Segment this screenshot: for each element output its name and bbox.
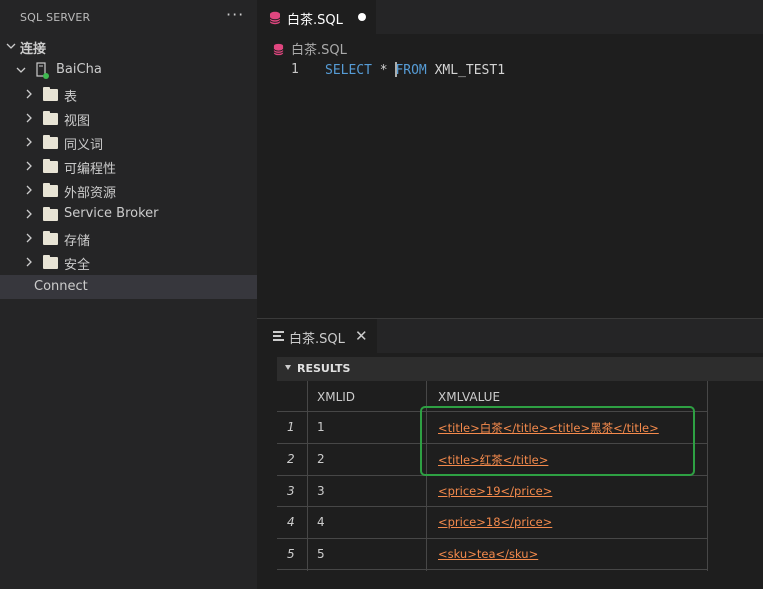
chevron-right-icon[interactable] — [22, 87, 36, 101]
table-row[interactable]: 3 3 <price>19</price> — [277, 476, 708, 508]
row-number: 5 — [287, 546, 295, 561]
sidebar-header: SQL SERVER ··· — [0, 0, 257, 34]
line-number: 1 — [291, 62, 299, 77]
server-name: BaiCha — [56, 62, 102, 77]
sidebar-title: SQL SERVER — [20, 11, 91, 24]
folder-label: 安全 — [64, 258, 91, 273]
editor-tab-baicha-sql[interactable]: 白茶.SQL — [257, 0, 376, 34]
editor-tab-bar: 白茶.SQL — [257, 0, 763, 34]
results-tab-label: 白茶.SQL — [289, 332, 345, 347]
results-header-label: RESULTS — [297, 362, 351, 375]
server-connected-icon — [36, 62, 49, 79]
column-header-xmlid[interactable]: XMLID — [317, 390, 355, 404]
folder-views[interactable]: 视图 — [0, 107, 257, 131]
grid-header: XMLID XMLVALUE — [277, 381, 708, 412]
connections-section[interactable]: 连接 — [0, 35, 257, 59]
chevron-right-icon[interactable] — [22, 183, 36, 197]
folder-tables[interactable]: 表 — [0, 83, 257, 107]
table-row[interactable]: 1 1 <title>白茶</title><title>黑茶</title> — [277, 412, 708, 444]
code-editor[interactable]: 1 SELECT * FROM XML_TEST1 — [257, 58, 763, 80]
sql-table-name: XML_TEST1 — [426, 63, 506, 78]
cell-xmlid[interactable]: 2 — [317, 452, 325, 466]
cell-xmlvalue-link[interactable]: <title>红茶</title> — [438, 452, 548, 468]
chevron-down-icon[interactable] — [14, 63, 28, 77]
folder-security[interactable]: 安全 — [0, 251, 257, 275]
connect-item[interactable]: Connect — [0, 275, 257, 299]
folder-icon — [43, 135, 58, 149]
chevron-right-icon[interactable] — [22, 159, 36, 173]
cell-xmlid[interactable]: 1 — [317, 420, 325, 434]
connect-label: Connect — [34, 279, 88, 294]
unsaved-dot-icon[interactable] — [358, 13, 366, 21]
chevron-right-icon[interactable] — [22, 207, 36, 221]
folder-label: 视图 — [64, 114, 91, 129]
folder-label: 表 — [64, 90, 78, 105]
folder-storage[interactable]: 存储 — [0, 227, 257, 251]
cell-xmlid[interactable]: 3 — [317, 484, 325, 498]
tab-label: 白茶.SQL — [287, 13, 343, 28]
breadcrumb: 白茶.SQL — [257, 37, 763, 58]
chevron-right-icon[interactable] — [22, 255, 36, 269]
results-section-header[interactable]: RESULTS — [277, 357, 763, 381]
cell-xmlvalue-link[interactable]: <sku>tea</sku> — [438, 547, 538, 561]
folder-label: Service Broker — [64, 206, 159, 221]
row-number: 1 — [287, 420, 295, 434]
results-tab[interactable]: 白茶.SQL ✕ — [257, 319, 377, 353]
database-icon — [269, 10, 281, 29]
chevron-right-icon[interactable] — [22, 231, 36, 245]
sql-keyword-from: FROM — [395, 63, 427, 78]
folder-label: 存储 — [64, 234, 91, 249]
folder-icon — [43, 207, 58, 221]
folder-icon — [43, 231, 58, 245]
connections-label: 连接 — [20, 42, 47, 57]
cell-xmlid[interactable]: 5 — [317, 547, 325, 561]
cell-xmlvalue-link[interactable]: <price>19</price> — [438, 484, 552, 498]
results-tab-bar: 白茶.SQL ✕ — [257, 319, 763, 353]
sql-keyword-select: SELECT — [325, 63, 372, 78]
row-number: 3 — [287, 483, 295, 498]
code-line[interactable]: SELECT * FROM XML_TEST1 — [325, 62, 505, 78]
cell-xmlvalue-link[interactable]: <price>18</price> — [438, 515, 552, 529]
server-item-baicha[interactable]: BaiCha — [0, 59, 257, 83]
table-row[interactable]: 2 2 <title>红茶</title> — [277, 444, 708, 476]
folder-icon — [43, 87, 58, 101]
chevron-right-icon[interactable] — [22, 135, 36, 149]
table-row[interactable]: 4 4 <price>18</price> — [277, 507, 708, 539]
folder-label: 可编程性 — [64, 162, 117, 177]
column-header-xmlvalue[interactable]: XMLVALUE — [438, 390, 500, 404]
folder-service-broker[interactable]: Service Broker — [0, 203, 257, 227]
row-number: 4 — [287, 515, 295, 529]
folder-label: 外部资源 — [64, 186, 117, 201]
breadcrumb-file[interactable]: 白茶.SQL — [291, 39, 347, 58]
folder-icon — [43, 159, 58, 173]
collapse-triangle-icon[interactable] — [285, 365, 291, 370]
sidebar: SQL SERVER ··· 连接 BaiCha 表 视图 同义词 可编程性 外… — [0, 0, 257, 589]
row-number: 2 — [287, 452, 295, 466]
cell-xmlid[interactable]: 4 — [317, 515, 325, 529]
sql-star: * — [371, 63, 396, 78]
more-actions-icon[interactable]: ··· — [226, 5, 244, 24]
results-panel: 白茶.SQL ✕ RESULTS XMLID XMLVALUE 1 1 <tit… — [257, 318, 763, 589]
document-lines-icon — [273, 331, 284, 341]
cell-xmlvalue-link[interactable]: <title>白茶</title><title>黑茶</title> — [438, 420, 659, 436]
close-icon[interactable]: ✕ — [355, 327, 368, 345]
folder-icon — [43, 111, 58, 125]
folder-icon — [43, 255, 58, 269]
table-row[interactable]: 5 5 <sku>tea</sku> — [277, 539, 708, 571]
folder-programmability[interactable]: 可编程性 — [0, 155, 257, 179]
chevron-down-icon[interactable] — [4, 39, 18, 53]
folder-label: 同义词 — [64, 138, 104, 153]
chevron-right-icon[interactable] — [22, 111, 36, 125]
folder-icon — [43, 183, 58, 197]
folder-external-resources[interactable]: 外部资源 — [0, 179, 257, 203]
folder-synonyms[interactable]: 同义词 — [0, 131, 257, 155]
